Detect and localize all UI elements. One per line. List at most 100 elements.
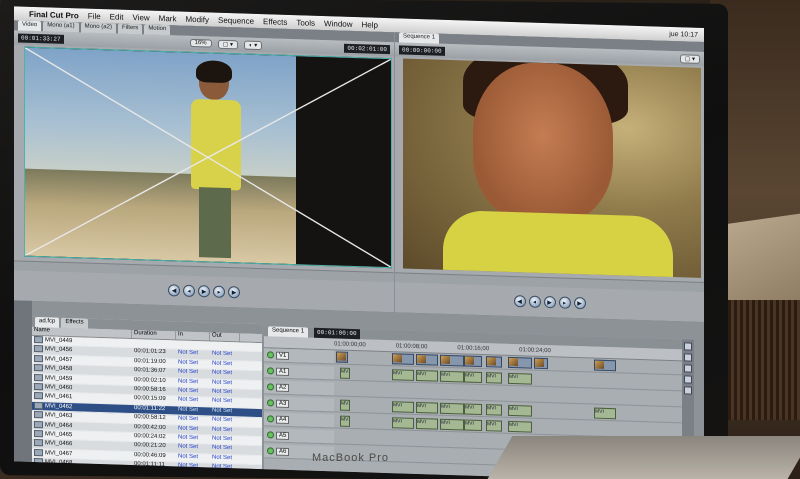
play-icon[interactable]: ▶: [198, 285, 210, 298]
track-label[interactable]: V1: [276, 351, 290, 360]
timeline-clip[interactable]: MVI: [392, 417, 414, 429]
tab-filters[interactable]: Filters: [117, 23, 143, 35]
menu-mark[interactable]: Mark: [159, 13, 177, 23]
menu-tools[interactable]: Tools: [296, 18, 315, 28]
timeline-clip[interactable]: MVI: [508, 420, 532, 433]
timeline-clip[interactable]: [464, 355, 482, 368]
column-duration[interactable]: Duration: [132, 330, 176, 340]
track-label[interactable]: A6: [276, 447, 290, 456]
timeline-clip[interactable]: MVI: [440, 370, 464, 383]
canvas-prev-icon[interactable]: ◀: [513, 295, 526, 308]
menu-effects[interactable]: Effects: [263, 17, 287, 27]
clip-duration: 00:01:01:23: [134, 348, 166, 356]
tab-video[interactable]: Video: [18, 20, 42, 32]
tab-sequence-1[interactable]: Sequence 1: [399, 32, 440, 44]
timeline-clip[interactable]: [594, 359, 616, 372]
tab-motion[interactable]: Motion: [144, 24, 171, 36]
menu-help[interactable]: Help: [362, 20, 378, 30]
menu-view[interactable]: View: [132, 13, 149, 23]
column-out[interactable]: Out: [210, 332, 240, 342]
playhead-sync-popup[interactable]: ◐ ▾: [243, 40, 263, 50]
menubar-clock[interactable]: jue 10:17: [669, 30, 704, 38]
track-visibility-icon[interactable]: [267, 415, 274, 423]
canvas-reverse-icon[interactable]: ◂: [528, 295, 541, 308]
menu-modify[interactable]: Modify: [185, 14, 209, 24]
timeline-clip[interactable]: MVI: [416, 417, 438, 430]
timeline-clip[interactable]: MVI: [464, 403, 482, 416]
viewer-video[interactable]: [24, 46, 392, 269]
timeline-clip[interactable]: MVI: [440, 402, 464, 415]
app-menu[interactable]: Final Cut Pro: [29, 9, 79, 20]
timeline-clip[interactable]: MVI: [392, 401, 414, 413]
timeline-clip[interactable]: [416, 353, 438, 366]
timeline-clip[interactable]: MVI: [508, 404, 532, 417]
track-header: A3: [264, 396, 334, 412]
timeline-clip[interactable]: MVI: [594, 407, 616, 420]
canvas-video[interactable]: [403, 58, 701, 278]
menu-edit[interactable]: Edit: [110, 12, 124, 21]
timeline-clip[interactable]: [534, 357, 548, 370]
timeline-clip[interactable]: [486, 356, 502, 368]
clip-label: MVI: [341, 416, 350, 423]
track-header: A5: [264, 428, 334, 444]
viewer-duration-timecode[interactable]: 00:01:33:27: [18, 32, 64, 44]
timeline-clip[interactable]: MVI: [464, 371, 482, 384]
timeline-clip[interactable]: MVI: [392, 369, 414, 381]
timeline-clip[interactable]: MVI: [416, 369, 438, 382]
timeline-clip[interactable]: [336, 351, 348, 363]
wireframe-overlay[interactable]: [25, 47, 391, 268]
track-label[interactable]: A4: [276, 415, 290, 424]
menu-file[interactable]: File: [88, 11, 101, 20]
track-visibility-icon[interactable]: [267, 399, 274, 407]
clip-duration: 00:00:42:00: [134, 423, 166, 431]
clip-duration: 00:01:36:07: [134, 367, 166, 375]
track-visibility-icon[interactable]: [267, 367, 274, 375]
track-visibility-icon[interactable]: [267, 383, 274, 391]
zoom-popup[interactable]: 16%: [189, 38, 212, 48]
menu-window[interactable]: Window: [324, 19, 352, 29]
track-visibility-icon[interactable]: [267, 351, 274, 359]
track-label[interactable]: A2: [276, 383, 290, 392]
browser-row[interactable]: MVI_0469 00:00:15:08 Not Set Not Set: [32, 467, 262, 479]
tab-mono-a1[interactable]: Mono (a1): [43, 21, 79, 33]
timeline-clip[interactable]: MVI: [340, 399, 350, 411]
canvas-next-icon[interactable]: ▶: [573, 296, 586, 310]
track-visibility-icon[interactable]: [267, 447, 274, 455]
clip-label: MVI: [509, 373, 518, 381]
timeline-clip[interactable]: MVI: [440, 418, 464, 431]
timeline-clip[interactable]: MVI: [486, 420, 502, 432]
timeline-timecode[interactable]: 00:01:00:00: [314, 327, 360, 340]
play-reverse-icon[interactable]: ◂: [183, 284, 195, 298]
timeline-clip[interactable]: MVI: [340, 367, 350, 379]
tab-timeline-sequence-1[interactable]: Sequence 1: [268, 326, 309, 338]
canvas-timecode[interactable]: 00:00:00:00: [399, 44, 445, 56]
timeline-clip[interactable]: MVI: [340, 415, 350, 427]
timeline-clip[interactable]: MVI: [508, 372, 532, 385]
clip-thumbnail: [535, 358, 544, 367]
clip-out: Not Set: [212, 407, 233, 414]
timeline-clip[interactable]: [440, 354, 464, 367]
tab-mono-a2[interactable]: Mono (a2): [80, 22, 116, 34]
timeline-clip[interactable]: MVI: [486, 372, 502, 384]
track-visibility-icon[interactable]: [267, 431, 274, 439]
track-label[interactable]: A3: [276, 399, 290, 408]
column-in[interactable]: In: [176, 331, 210, 341]
canvas-view-popup[interactable]: ▢ ▾: [679, 53, 700, 64]
canvas-play-icon[interactable]: ▶: [543, 295, 556, 309]
timeline-clip[interactable]: MVI: [464, 419, 482, 432]
play-in-to-out-icon[interactable]: ◀: [168, 284, 180, 297]
clip-label: MVI: [465, 372, 474, 379]
timeline-clip[interactable]: [392, 353, 414, 365]
viewer-current-timecode[interactable]: 00:02:01:00: [344, 43, 390, 54]
menu-sequence[interactable]: Sequence: [218, 15, 254, 25]
timeline-clip[interactable]: MVI: [486, 404, 502, 416]
timeline-clip[interactable]: [508, 356, 532, 369]
clip-label: MVI: [341, 400, 350, 407]
track-label[interactable]: A1: [276, 367, 290, 376]
timeline-clip[interactable]: MVI: [416, 401, 438, 414]
track-label[interactable]: A5: [276, 431, 290, 440]
next-edit-icon[interactable]: ▶: [228, 286, 240, 299]
play-around-icon[interactable]: ▸: [213, 285, 225, 298]
canvas-forward-icon[interactable]: ▸: [558, 296, 571, 309]
view-popup[interactable]: ▢ ▾: [217, 39, 238, 49]
